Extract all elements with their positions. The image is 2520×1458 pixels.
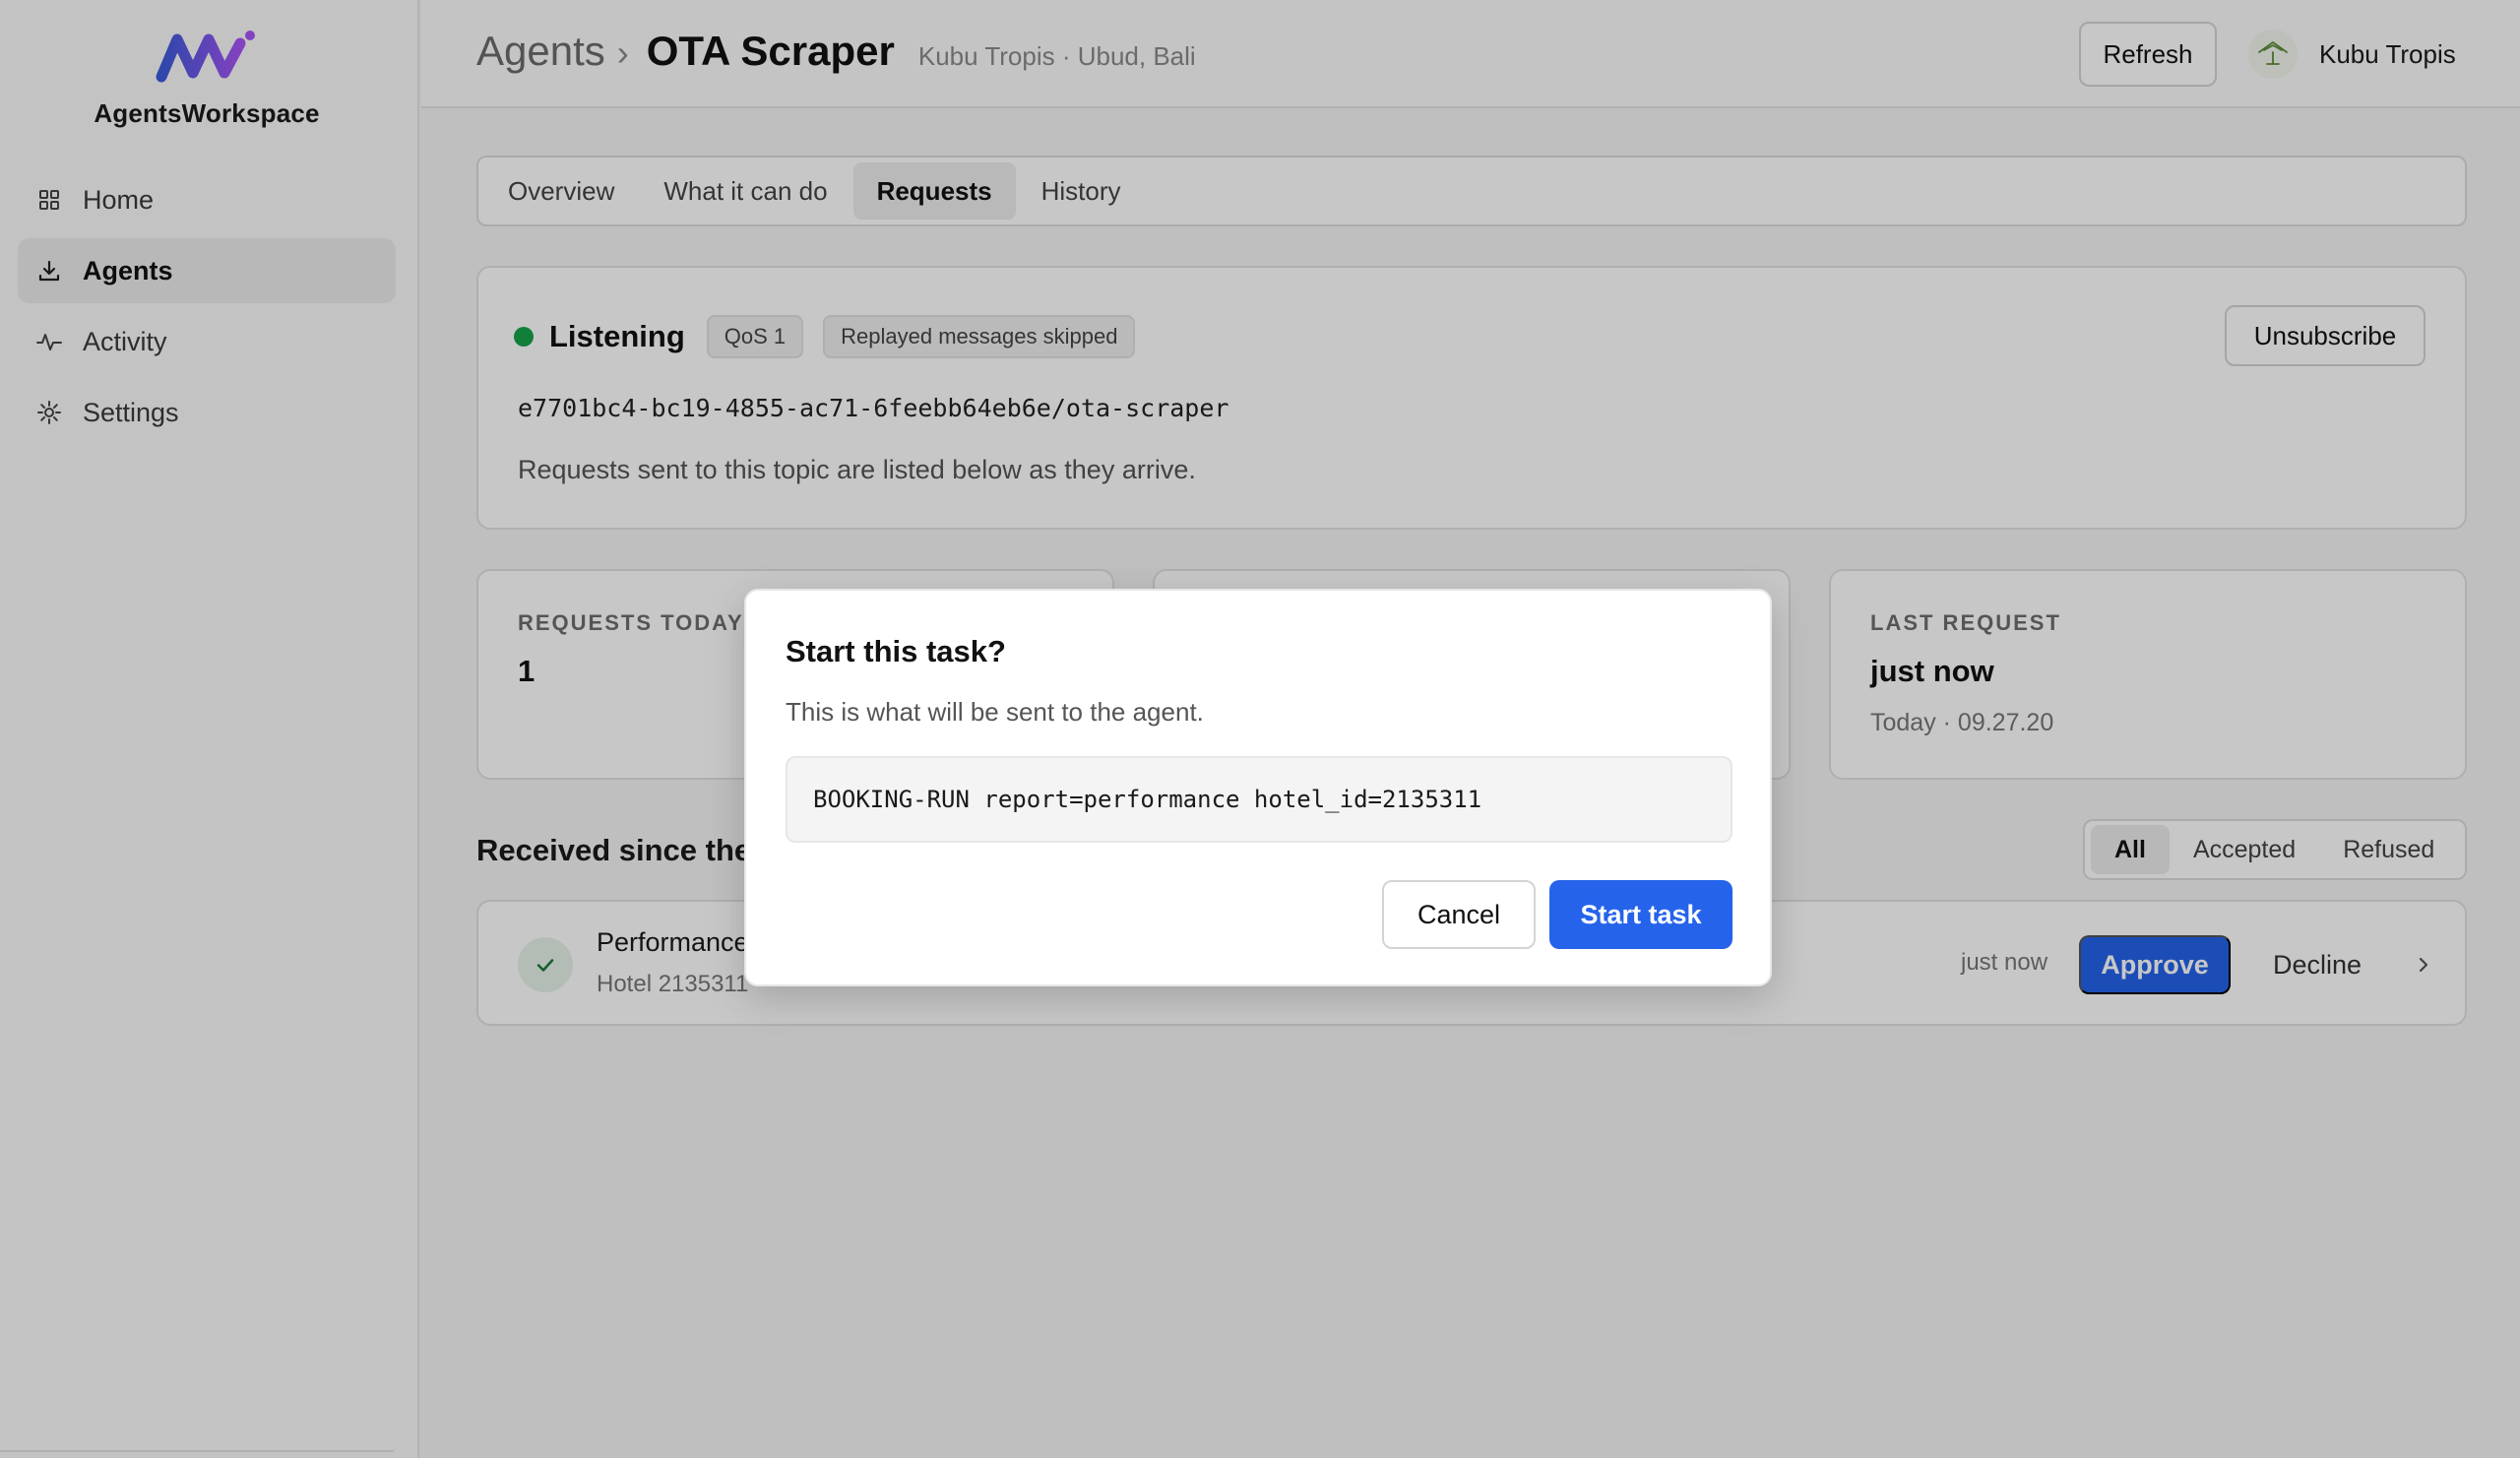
cancel-button[interactable]: Cancel [1382, 880, 1536, 949]
start-task-button[interactable]: Start task [1549, 880, 1732, 949]
dialog-description: This is what will be sent to the agent. [786, 697, 1204, 727]
dialog-title: Start this task? [786, 634, 1006, 668]
start-task-dialog: Start this task? This is what will be se… [744, 589, 1772, 986]
command-preview: BOOKING-RUN report=performance hotel_id=… [786, 756, 1732, 843]
